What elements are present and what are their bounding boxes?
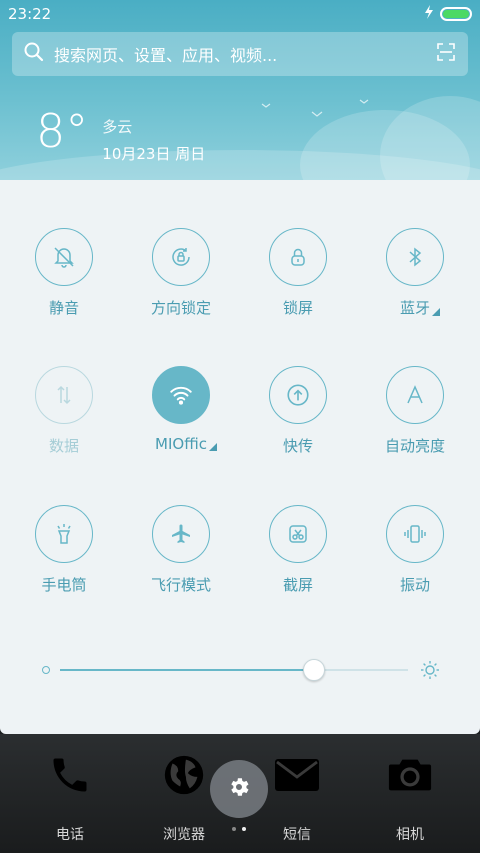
mail-icon [273, 746, 321, 804]
page-indicator [232, 827, 246, 831]
toggle-mobile-data[interactable]: 数据 [4, 366, 124, 456]
wifi-icon [152, 366, 210, 424]
dock-label: 短信 [283, 827, 311, 843]
camera-icon [387, 746, 433, 804]
toggle-label: 截屏 [282, 576, 313, 594]
expand-indicator-icon [432, 308, 440, 316]
toggle-bluetooth[interactable]: 蓝牙 [355, 228, 475, 318]
flashlight-icon [35, 505, 93, 563]
toggle-rotation-lock[interactable]: 方向锁定 [121, 228, 241, 318]
search-input[interactable]: 搜索网页、设置、应用、视频... [54, 42, 436, 66]
lock-icon [269, 228, 327, 286]
vibrate-icon [386, 505, 444, 563]
page-dot-active [242, 827, 246, 831]
bell-off-icon [35, 228, 93, 286]
phone-icon [48, 746, 92, 804]
toggle-label: 手电筒 [41, 576, 87, 594]
toggle-mute[interactable]: 静音 [4, 228, 124, 318]
weather-condition: 多云 [102, 118, 133, 136]
bluetooth-icon [386, 228, 444, 286]
status-bar: 23:22 [0, 0, 480, 28]
dock-label: 电话 [56, 827, 84, 843]
toggle-label: 锁屏 [282, 299, 313, 317]
slider-fill [60, 669, 315, 671]
toggle-wifi[interactable]: MIOffic [121, 366, 241, 453]
toggle-label: 快传 [282, 437, 313, 455]
search-bar[interactable]: 搜索网页、设置、应用、视频... [12, 32, 468, 76]
toggle-label: 方向锁定 [150, 299, 211, 317]
search-icon [24, 42, 44, 66]
scan-icon[interactable] [436, 42, 456, 66]
rotation-lock-icon [152, 228, 210, 286]
slider-handle[interactable] [303, 659, 326, 681]
toggle-label: 飞行模式 [150, 576, 211, 594]
birds-decoration [261, 99, 369, 117]
toggle-label: 蓝牙 [400, 297, 440, 318]
page-dot [232, 827, 236, 831]
toggle-label: 静音 [48, 299, 79, 317]
globe-icon [161, 746, 207, 804]
brightness-slider[interactable] [40, 656, 440, 684]
status-time: 23:22 [8, 5, 52, 23]
weather-widget[interactable]: 8° 多云 10月23日 周日 [36, 108, 205, 164]
brightness-high-icon [420, 660, 440, 684]
upload-icon [269, 366, 327, 424]
toggle-label: 数据 [48, 437, 79, 455]
weather-date: 10月23日 周日 [102, 145, 206, 163]
dock-app-phone[interactable]: 电话 [10, 746, 130, 844]
airplane-icon [152, 505, 210, 563]
charging-icon [424, 5, 434, 23]
screenshot-icon [269, 505, 327, 563]
toggle-label: MIOffic [155, 435, 217, 453]
dock-label: 浏览器 [163, 827, 205, 843]
dock-label: 相机 [396, 827, 424, 843]
brightness-low-icon [42, 666, 50, 674]
gear-icon [227, 775, 251, 803]
expand-indicator-icon [208, 443, 217, 451]
toggle-flashlight[interactable]: 手电筒 [4, 505, 124, 595]
toggle-quick-transfer[interactable]: 快传 [238, 366, 358, 456]
data-arrows-icon [35, 366, 93, 424]
toggle-label: 振动 [399, 576, 430, 594]
toggle-auto-brightness[interactable]: 自动亮度 [355, 366, 475, 456]
auto-brightness-icon [386, 366, 444, 424]
settings-button[interactable] [210, 760, 268, 818]
toggle-label: 自动亮度 [384, 437, 445, 455]
toggle-airplane-mode[interactable]: 飞行模式 [121, 505, 241, 595]
battery-icon [440, 7, 472, 21]
quick-settings-panel: 静音 方向锁定 锁屏 蓝牙 数据 MIOffic 快传 自动亮度 手电筒 飞行模… [0, 180, 480, 734]
toggle-screenshot[interactable]: 截屏 [238, 505, 358, 595]
dock-app-camera[interactable]: 相机 [350, 746, 470, 844]
toggle-vibrate[interactable]: 振动 [355, 505, 475, 595]
toggle-lock-screen[interactable]: 锁屏 [238, 228, 358, 318]
temperature: 8° [36, 104, 89, 158]
